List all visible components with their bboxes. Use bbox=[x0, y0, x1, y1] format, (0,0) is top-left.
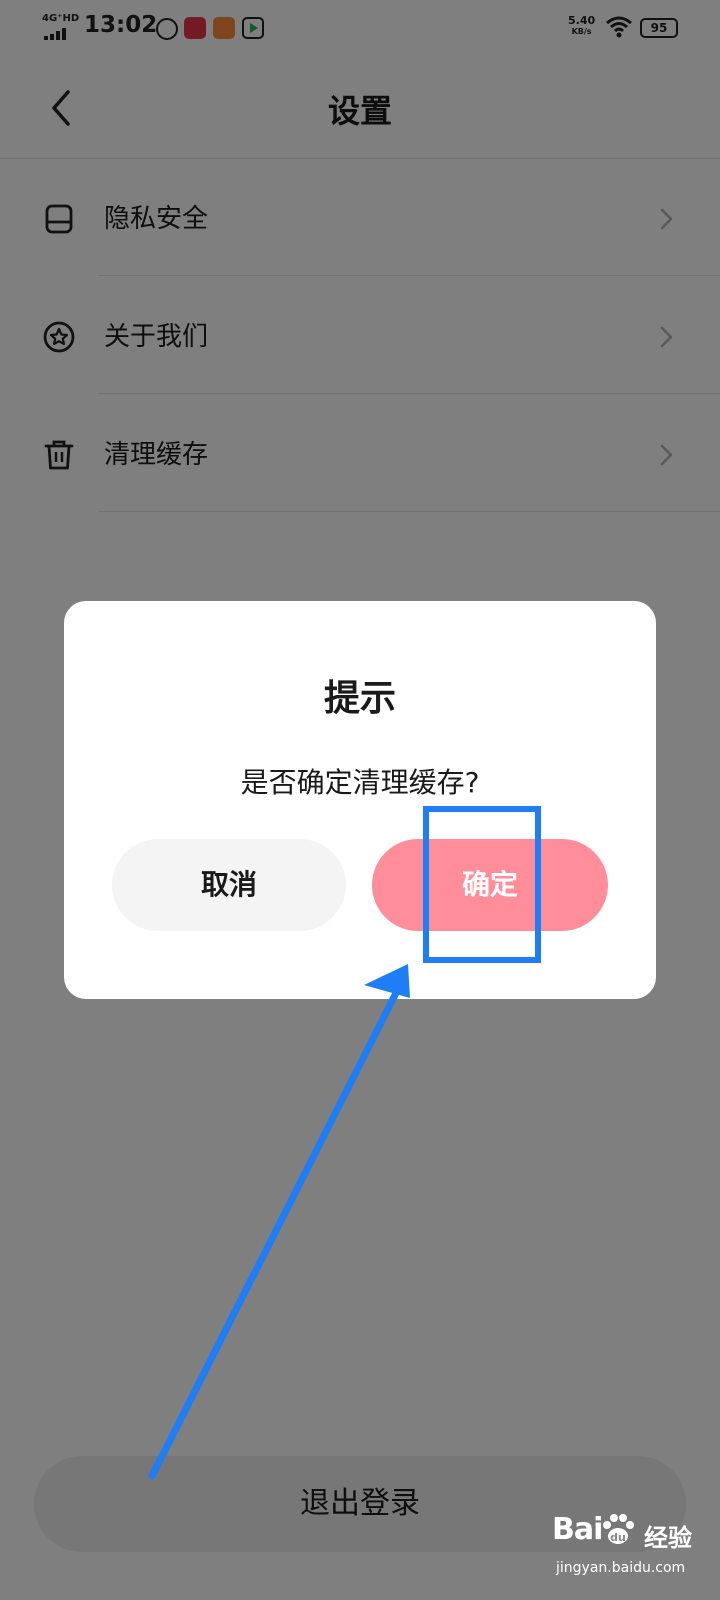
paw-icon: du bbox=[603, 1514, 634, 1544]
watermark-logo: Bai bbox=[552, 1512, 603, 1547]
watermark-logo-tail: 经验 bbox=[644, 1524, 692, 1552]
baidu-jingyan-watermark: Bai du 经验 jingyan.baidu.com bbox=[552, 1508, 702, 1594]
settings-screen: 4G⁺HD 13:02 5.40 KB/s 95 设置 bbox=[0, 0, 720, 1600]
watermark-url: jingyan.baidu.com bbox=[556, 1560, 686, 1576]
annotation-arrow-icon bbox=[148, 964, 410, 1480]
svg-text:du: du bbox=[610, 1531, 626, 1544]
